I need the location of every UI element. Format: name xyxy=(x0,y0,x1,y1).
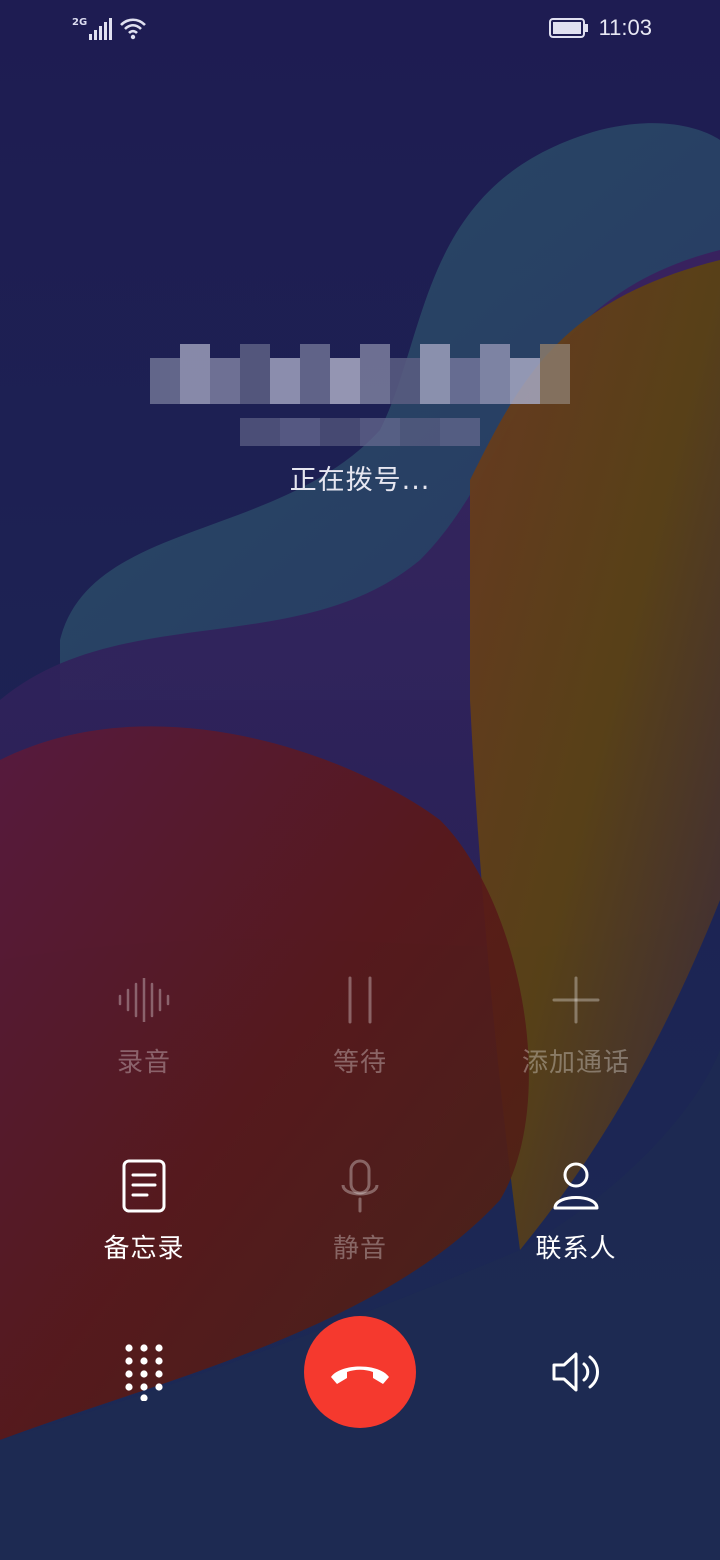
memo-button[interactable]: 备忘录 xyxy=(44,1154,244,1265)
signal-bars-icon xyxy=(89,18,113,40)
add-call-label: 添加通话 xyxy=(521,1048,630,1078)
speaker-button[interactable] xyxy=(536,1332,616,1412)
end-call-button[interactable] xyxy=(304,1316,416,1428)
mute-button[interactable]: 静音 xyxy=(260,1154,460,1265)
microphone-icon xyxy=(260,1154,460,1218)
dialpad-button[interactable] xyxy=(104,1332,184,1412)
mute-label: 静音 xyxy=(332,1234,387,1264)
hold-label: 等待 xyxy=(332,1048,387,1078)
status-bar: 2G 11:03 xyxy=(0,0,720,56)
pause-icon xyxy=(260,968,460,1032)
obscured-caller-name xyxy=(150,344,570,404)
waveform-icon xyxy=(44,968,244,1032)
dialpad-icon xyxy=(125,1344,163,1401)
hold-button[interactable]: 等待 xyxy=(260,968,460,1079)
network-type-label: 2G xyxy=(72,17,88,28)
add-call-button[interactable]: 添加通话 xyxy=(476,968,676,1079)
plus-icon xyxy=(476,968,676,1032)
call-status-text: 正在拨号... xyxy=(289,465,431,496)
memo-icon xyxy=(44,1154,244,1218)
contact-person-icon xyxy=(476,1154,676,1218)
memo-label: 备忘录 xyxy=(103,1234,185,1264)
contacts-label: 联系人 xyxy=(535,1234,617,1264)
clock-time: 11:03 xyxy=(598,15,652,40)
status-left: 2G xyxy=(72,14,147,40)
record-button[interactable]: 录音 xyxy=(44,968,244,1079)
speaker-icon xyxy=(552,1352,599,1392)
end-call-icon xyxy=(331,1366,389,1384)
wifi-icon xyxy=(120,18,147,40)
record-label: 录音 xyxy=(116,1048,171,1078)
status-right: 11:03 xyxy=(548,14,652,42)
contacts-button[interactable]: 联系人 xyxy=(476,1154,676,1265)
obscured-phone-number xyxy=(240,418,480,446)
battery-icon xyxy=(548,18,588,38)
